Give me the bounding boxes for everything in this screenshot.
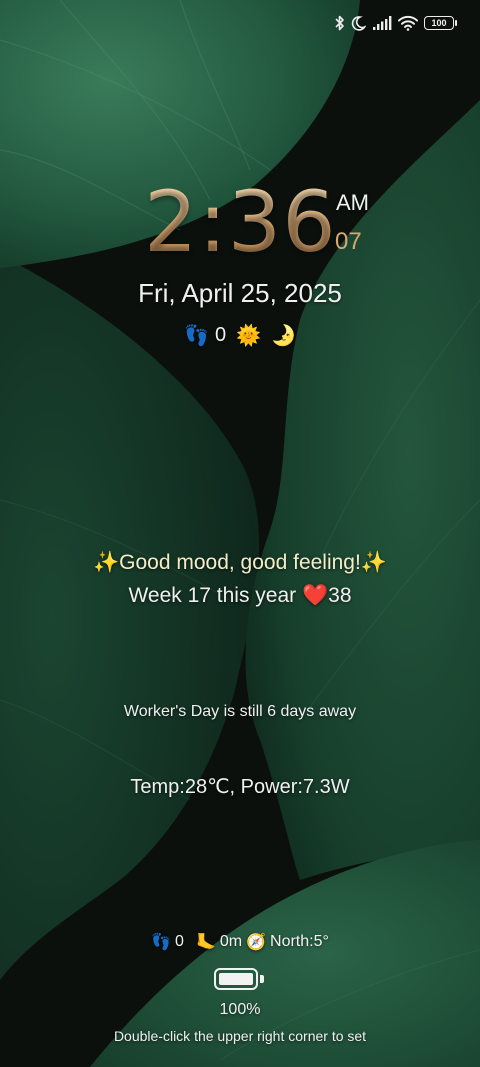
footprints-icon: 👣 [184,325,209,347]
foot-icon: 🦶 [195,934,216,951]
cellular-signal-icon [373,16,392,30]
clock-ampm: AM [336,190,369,215]
heart-icon: ❤️ [302,584,329,607]
compass-icon: 🧭 [246,934,267,951]
date-label: Fri, April 25, 2025 [138,278,342,308]
footprints-icon: 👣 [151,934,172,951]
step-count: 0 [214,324,227,346]
battery-icon [214,968,264,990]
clock-time: 2:36 [144,173,337,271]
status-bar: 100 [334,12,457,34]
wifi-icon [398,15,418,31]
week-text: Week 17 this year [128,584,302,607]
week-info: Week 17 this year ❤️38 [0,584,480,608]
wallpaper-leaves [0,0,480,1067]
status-battery-level: 100 [431,17,447,28]
holiday-countdown: Worker's Day is still 6 days away [123,703,357,720]
mood-text: ✨Good mood, good feeling!✨ [93,551,387,574]
mini-status-row: 👣 0 🌞 🌛 [0,323,480,348]
clock-seconds: 07 [335,228,362,255]
moon-icon: 🌛 [271,325,296,347]
bluetooth-icon [335,15,344,31]
sun-icon: 🌞 [236,325,262,347]
status-battery-icon: 100 [424,16,457,30]
settings-hint[interactable]: Double-click the upper right corner to s… [0,1028,480,1044]
clock-widget[interactable]: 2:36 AM 07 [0,180,480,280]
do-not-disturb-moon-icon [351,16,366,31]
temp-power-label: Temp:28℃, Power:7.3W [130,776,350,798]
sensor-distance: 0m [219,933,243,950]
sensor-row: 👣 0 🦶 0m 🧭 North:5° [0,932,480,952]
week-count: 38 [328,584,352,607]
sensor-steps: 0 [175,933,184,950]
battery-fill [219,973,253,985]
battery-percent: 100% [219,1001,261,1018]
sensor-heading: North:5° [270,933,329,950]
